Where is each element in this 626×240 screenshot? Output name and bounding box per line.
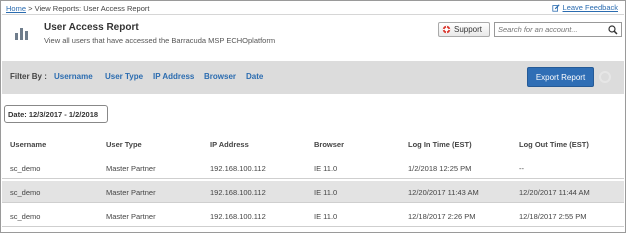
leave-feedback-label: Leave Feedback: [562, 3, 618, 12]
filter-bar: Filter By : Username User Type IP Addres…: [2, 61, 624, 94]
column-header-username[interactable]: Username: [10, 140, 46, 149]
cell-user-type: Master Partner: [106, 212, 156, 221]
support-button[interactable]: Support: [438, 22, 490, 37]
loading-spinner-icon: [599, 71, 611, 83]
cell-log-in-time: 12/20/2017 11:43 AM: [408, 188, 479, 197]
cell-ip-address: 192.168.100.112: [210, 212, 266, 221]
cell-ip-address: 192.168.100.112: [210, 164, 266, 173]
breadcrumb-separator: >: [26, 4, 35, 13]
search-icon[interactable]: [608, 25, 618, 35]
page-subtitle: View all users that have accessed the Ba…: [44, 36, 276, 45]
page-title: User Access Report: [44, 22, 139, 33]
table-header-row: Username User Type IP Address Browser Lo…: [2, 133, 624, 157]
table-row[interactable]: sc_demo Master Partner 192.168.100.112 I…: [2, 157, 624, 179]
column-header-ip-address[interactable]: IP Address: [210, 140, 249, 149]
cell-username: sc_demo: [10, 212, 41, 221]
cell-log-out-time: --: [519, 164, 524, 173]
search-input[interactable]: [498, 24, 606, 35]
filter-by-label: Filter By :: [10, 72, 47, 81]
export-report-button[interactable]: Export Report: [527, 67, 594, 87]
page-header: User Access Report View all users that h…: [2, 16, 624, 60]
report-window: Home > View Reports: User Access Report …: [0, 0, 626, 233]
cell-ip-address: 192.168.100.112: [210, 188, 266, 197]
cell-browser: IE 11.0: [314, 188, 338, 197]
table-row[interactable]: sc_demo Master Partner 192.168.100.112 I…: [2, 181, 624, 203]
breadcrumb-current: View Reports: User Access Report: [34, 4, 150, 13]
breadcrumb-home-link[interactable]: Home: [6, 4, 26, 13]
column-header-log-out-time[interactable]: Log Out Time (EST): [519, 140, 589, 149]
table-row[interactable]: sc_demo Master Partner 192.168.100.112 I…: [2, 205, 624, 227]
support-label: Support: [454, 25, 483, 34]
column-header-user-type[interactable]: User Type: [106, 140, 142, 149]
bar-chart-icon: [15, 28, 28, 40]
cell-browser: IE 11.0: [314, 164, 338, 173]
filter-user-type-link[interactable]: User Type: [105, 72, 143, 81]
cell-user-type: Master Partner: [106, 164, 156, 173]
account-search: [494, 22, 622, 37]
filter-date-link[interactable]: Date: [246, 72, 263, 81]
cell-username: sc_demo: [10, 164, 41, 173]
cell-username: sc_demo: [10, 188, 41, 197]
cell-browser: IE 11.0: [314, 212, 338, 221]
top-bar: Home > View Reports: User Access Report …: [2, 2, 624, 15]
date-range-chip[interactable]: Date: 12/3/2017 - 1/2/2018: [4, 105, 108, 123]
column-header-log-in-time[interactable]: Log In Time (EST): [408, 140, 472, 149]
filter-ip-address-link[interactable]: IP Address: [153, 72, 194, 81]
cell-log-out-time: 12/20/2017 11:44 AM: [519, 188, 590, 197]
column-header-browser[interactable]: Browser: [314, 140, 344, 149]
edit-icon: [551, 3, 560, 12]
cell-log-out-time: 12/18/2017 2:55 PM: [519, 212, 587, 221]
cell-log-in-time: 1/2/2018 12:25 PM: [408, 164, 472, 173]
lifebuoy-icon: [442, 25, 451, 34]
cell-log-in-time: 12/18/2017 2:26 PM: [408, 212, 476, 221]
filter-browser-link[interactable]: Browser: [204, 72, 236, 81]
leave-feedback-link[interactable]: Leave Feedback: [551, 3, 618, 12]
filter-username-link[interactable]: Username: [54, 72, 93, 81]
cell-user-type: Master Partner: [106, 188, 156, 197]
breadcrumb: Home > View Reports: User Access Report: [6, 4, 149, 13]
